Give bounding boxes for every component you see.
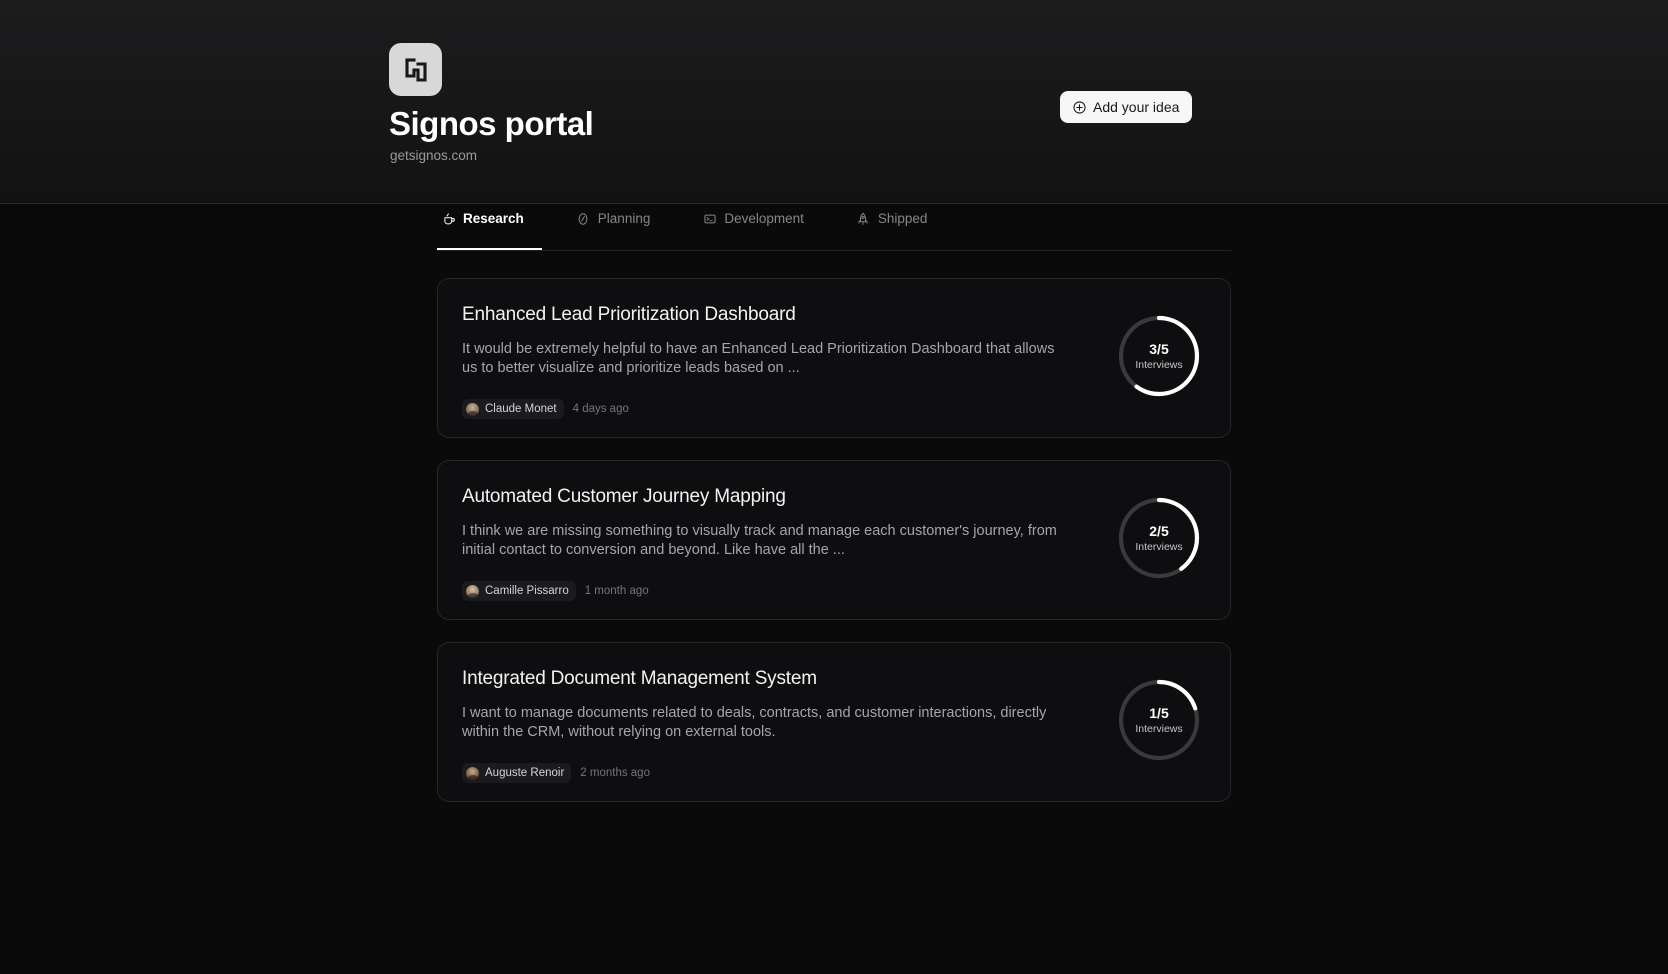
timestamp: 1 month ago [584, 585, 649, 597]
avatar [466, 766, 479, 780]
idea-card-body: Integrated Document Management System I … [462, 667, 1116, 783]
idea-card[interactable]: Enhanced Lead Prioritization Dashboard I… [437, 278, 1231, 438]
idea-card-body: Automated Customer Journey Mapping I thi… [462, 485, 1116, 601]
author-chip[interactable]: Claude Monet [462, 399, 564, 419]
idea-card-list: Enhanced Lead Prioritization Dashboard I… [437, 278, 1231, 824]
author-name: Claude Monet [485, 403, 557, 415]
author-name: Auguste Renoir [485, 767, 565, 779]
portal-page: Signos portal getsignos.com Add your ide… [0, 0, 1668, 974]
idea-meta: Camille Pissarro 1 month ago [462, 581, 1098, 601]
avatar [466, 402, 479, 416]
tab-planning-label: Planning [597, 211, 651, 226]
page-title: Signos portal [389, 105, 594, 142]
idea-title: Integrated Document Management System [462, 668, 817, 689]
idea-title: Automated Customer Journey Mapping [462, 486, 786, 507]
interview-progress-ring: 2/5 Interviews [1116, 495, 1202, 581]
idea-description: I want to manage documents related to de… [462, 705, 1047, 740]
plus-circle-icon [1073, 100, 1086, 114]
add-your-idea-button[interactable]: Add your idea [1060, 91, 1193, 123]
page-header: Signos portal getsignos.com Add your ide… [0, 0, 1668, 204]
timestamp: 4 days ago [572, 403, 629, 415]
tab-shipped-label: Shipped [877, 211, 928, 226]
timestamp: 2 months ago [580, 767, 650, 779]
signos-interlock-logo-icon [389, 43, 442, 96]
avatar [466, 584, 479, 598]
author-chip[interactable]: Auguste Renoir [462, 763, 572, 783]
rocket-icon [856, 212, 871, 227]
idea-meta: Auguste Renoir 2 months ago [462, 763, 1098, 783]
idea-meta: Claude Monet 4 days ago [462, 399, 1098, 419]
idea-description: It would be extremely helpful to have an… [462, 341, 1055, 376]
author-name: Camille Pissarro [485, 585, 569, 597]
tab-bar: Research Planning Development Shipped [437, 204, 1231, 251]
tab-research-label: Research [463, 211, 524, 226]
tab-shipped[interactable]: Shipped [852, 204, 946, 250]
tabs-section: Research Planning Development Shipped [0, 204, 1668, 251]
interview-progress-ring: 1/5 Interviews [1116, 677, 1202, 763]
coffee-cup-icon [441, 212, 456, 227]
header-inner: Signos portal getsignos.com Add your ide… [0, 0, 1668, 203]
tab-development-label: Development [724, 211, 804, 226]
tab-development[interactable]: Development [698, 204, 822, 250]
idea-card-body: Enhanced Lead Prioritization Dashboard I… [462, 303, 1116, 419]
terminal-icon [702, 212, 717, 227]
idea-card[interactable]: Integrated Document Management System I … [437, 642, 1231, 802]
portal-domain: getsignos.com [390, 148, 478, 163]
tab-research[interactable]: Research [437, 204, 542, 250]
add-your-idea-label: Add your idea [1093, 99, 1180, 115]
author-chip[interactable]: Camille Pissarro [462, 581, 576, 601]
compass-icon [576, 212, 591, 227]
interview-progress-ring: 3/5 Interviews [1116, 313, 1202, 399]
idea-card[interactable]: Automated Customer Journey Mapping I thi… [437, 460, 1231, 620]
idea-title: Enhanced Lead Prioritization Dashboard [462, 304, 796, 325]
tab-planning[interactable]: Planning [572, 204, 669, 250]
idea-description: I think we are missing something to visu… [462, 523, 1057, 558]
